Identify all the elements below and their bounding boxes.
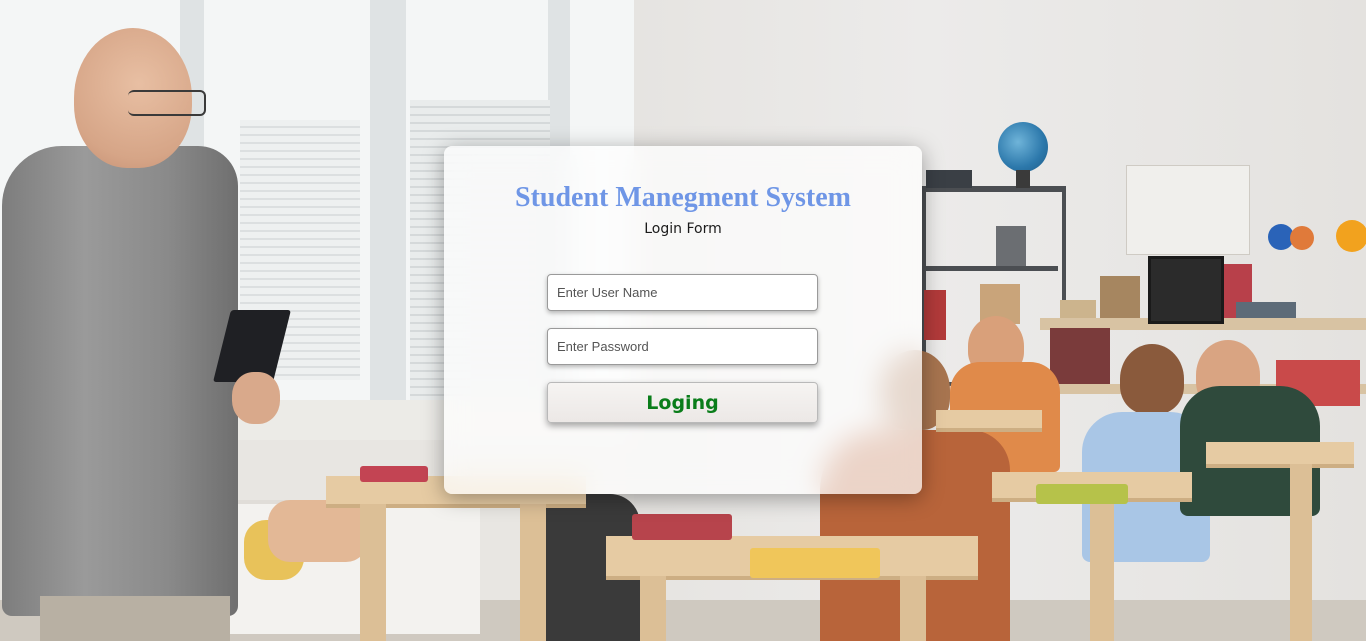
desk-leg [360,504,386,641]
chalkboard-sign [1148,256,1224,324]
cushion [268,500,368,562]
globe [998,122,1048,172]
login-button[interactable]: Loging [547,382,818,423]
desk-leg [1290,464,1312,641]
login-form-subtitle: Login Form [644,221,722,237]
book-stack [924,290,946,340]
desk-leg [520,504,546,641]
student-head [1120,344,1184,414]
desk-leg [1090,498,1114,641]
teacher-pants [40,596,230,641]
book-stack [1100,276,1140,318]
shelf-board [922,266,1058,271]
book [360,466,428,482]
book-stack [1050,328,1110,384]
desk [1206,442,1354,468]
teacher-body [2,146,238,616]
app-title: Student Manegment System [515,182,851,213]
glasses [128,90,206,116]
book-stack [1060,300,1096,318]
teacher-hand [232,372,280,424]
desk-leg [900,576,926,641]
book-stack [1236,302,1296,318]
book [632,514,732,540]
password-input[interactable] [547,328,818,365]
book [750,548,880,578]
username-input[interactable] [547,274,818,311]
book [1036,484,1128,504]
desk [936,410,1042,432]
desk-leg [640,576,666,641]
